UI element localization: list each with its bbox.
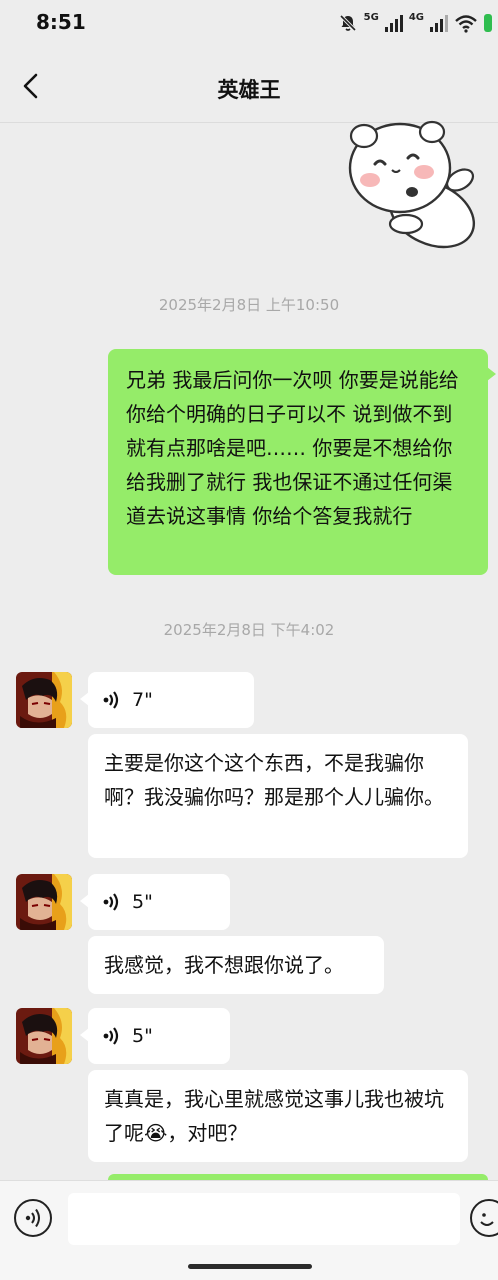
- crying-emoji-icon: 😭: [144, 1121, 168, 1145]
- contact-avatar[interactable]: [16, 672, 72, 728]
- voice-mode-button[interactable]: [14, 1199, 52, 1237]
- wifi-icon: [455, 15, 477, 33]
- timestamp: 2025年2月8日 上午10:50: [158, 296, 340, 314]
- incoming-message-bubble[interactable]: 真真是，我心里就感觉这事儿我也被坑了呢😭，对吧？: [88, 1070, 468, 1162]
- emoji-button[interactable]: [470, 1199, 498, 1237]
- voice-message-bubble[interactable]: 5": [80, 874, 230, 930]
- voice-duration: 5": [132, 1025, 153, 1047]
- chat-header: 英雄王: [0, 48, 498, 124]
- timestamp: 2025年2月8日 下午4:02: [163, 621, 335, 639]
- emoji-icon: [480, 1213, 494, 1226]
- voice-duration: 5": [132, 891, 153, 913]
- voice-message-bubble[interactable]: 5": [80, 1008, 230, 1064]
- incoming-message-bubble[interactable]: 我感觉，我不想跟你说了。: [88, 936, 384, 994]
- status-icons: 5G 4G: [338, 12, 492, 34]
- network-5g-label: 5G: [363, 11, 379, 23]
- status-bar: 8:51 5G 4G: [0, 0, 498, 48]
- home-indicator: [188, 1264, 312, 1269]
- voice-mode-icon: [25, 1208, 40, 1228]
- sticker-image[interactable]: [320, 118, 480, 250]
- voice-wave-icon: [103, 691, 119, 709]
- voice-duration: 7": [132, 689, 153, 711]
- message-input[interactable]: [68, 1193, 460, 1245]
- incoming-message-bubble[interactable]: 主要是你这个这个东西，不是我骗你啊？我没骗你吗？那是那个人儿骗你。: [88, 734, 468, 858]
- outgoing-message-bubble[interactable]: 兄弟 我最后问你一次呗 你要是说能给 你给个明确的日子可以不 说到做不到就有点那…: [108, 349, 496, 575]
- signal-5g-icon: [384, 14, 403, 32]
- voice-wave-icon: [103, 893, 119, 911]
- message-text: ，对吧？: [167, 1121, 248, 1145]
- voice-message-bubble[interactable]: 7": [80, 672, 254, 728]
- contact-avatar[interactable]: [16, 1008, 72, 1064]
- status-time: 8:51: [36, 10, 86, 34]
- contact-avatar[interactable]: [16, 874, 72, 930]
- network-4g-label: 4G: [408, 11, 424, 23]
- mute-bell-icon: [339, 14, 356, 32]
- voice-wave-icon: [103, 1027, 119, 1045]
- signal-4g-icon: [430, 14, 448, 32]
- chat-title: 英雄王: [217, 78, 281, 102]
- battery-icon: [484, 14, 492, 32]
